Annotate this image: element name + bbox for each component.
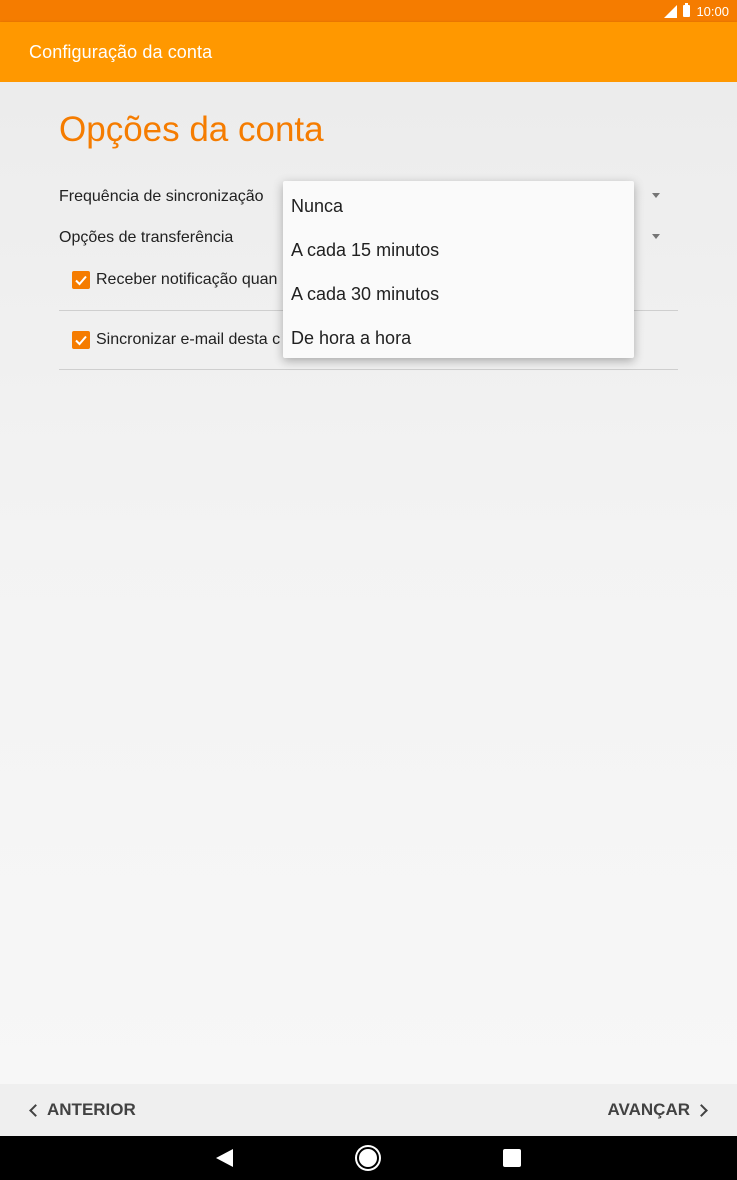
menu-item-label: A cada 30 minutos [291,284,440,304]
dropdown-arrow-icon[interactable] [652,234,660,239]
notification-checkbox[interactable] [72,271,90,289]
transfer-options-label: Opções de transferência [59,229,234,246]
home-icon[interactable] [357,1147,379,1169]
menu-item-never[interactable]: Nunca [283,183,634,227]
page-title: Opções da conta [59,110,324,149]
previous-button[interactable]: ANTERIOR [29,1100,136,1120]
system-navigation-bar [0,1136,737,1180]
previous-button-label: ANTERIOR [47,1100,136,1119]
status-time: 10:00 [696,3,729,19]
app-bar-title: Configuração da conta [29,42,213,62]
app-bar: Configuração da conta [0,22,737,82]
next-button[interactable]: AVANÇAR [607,1100,708,1120]
dropdown-arrow-icon[interactable] [652,193,660,198]
back-icon[interactable] [216,1149,233,1167]
menu-item-hourly[interactable]: De hora a hora [283,315,634,359]
battery-icon [683,3,691,17]
recents-icon[interactable] [503,1149,521,1167]
menu-item-15-minutes[interactable]: A cada 15 minutos [283,227,634,271]
chevron-right-icon [695,1103,708,1117]
menu-item-30-minutes[interactable]: A cada 30 minutos [283,271,634,315]
status-icons: 10:00 [664,2,729,20]
next-button-label: AVANÇAR [607,1100,690,1119]
checkmark-icon [75,335,87,346]
notification-checkbox-label: Receber notificação quan [96,271,278,288]
sync-frequency-label: Frequência de sincronização [59,188,264,205]
checkmark-icon [75,275,87,286]
wizard-bottom-bar: ANTERIOR AVANÇAR [0,1084,737,1136]
menu-item-label: A cada 15 minutos [291,240,440,260]
sync-email-checkbox-label: Sincronizar e-mail desta c [96,331,281,348]
sync-frequency-dropdown-menu: Nunca A cada 15 minutos A cada 30 minuto… [283,181,634,358]
chevron-left-icon [29,1103,42,1117]
menu-item-label: Nunca [291,196,344,216]
status-bar: 10:00 [0,0,737,22]
signal-icon [664,4,678,18]
sync-email-checkbox[interactable] [72,331,90,349]
menu-item-label: De hora a hora [291,328,412,348]
